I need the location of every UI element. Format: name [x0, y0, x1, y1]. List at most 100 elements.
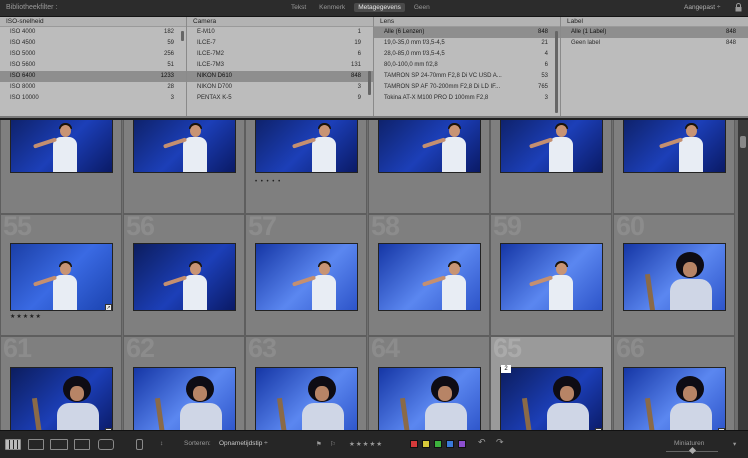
iso-filter-row[interactable]: ISO 4000 182	[0, 27, 186, 38]
lens-filter-row[interactable]: 28,0-85,0 mm f/3,5-4,5 4	[374, 49, 560, 60]
rating-dots[interactable]: • • • • •	[255, 179, 281, 185]
camera-filter-row[interactable]: ILCE-7 19	[187, 38, 373, 49]
iso-filter-row[interactable]: ISO 10000 3	[0, 93, 186, 104]
photo-thumbnail[interactable]	[133, 243, 236, 311]
photo-thumbnail[interactable]	[10, 120, 113, 173]
thumbnail-cell[interactable]: 62	[123, 336, 245, 430]
camera-filter-row[interactable]: PENTAX K-5 9	[187, 93, 373, 104]
thumbnail-cell[interactable]	[0, 120, 122, 214]
lens-filter-row[interactable]: TAMRON SP AF 70-200mm F2,8 Di LD IF... 76…	[374, 82, 560, 93]
photo-thumbnail[interactable]	[623, 367, 726, 430]
rotate-right-icon[interactable]: ↷	[496, 437, 504, 448]
thumbnail-cell[interactable]	[123, 120, 245, 214]
stack-count-badge[interactable]: 2	[501, 365, 511, 373]
thumbnail-cell[interactable]: 66↗	[613, 336, 735, 430]
thumbnail-cell[interactable]: 56	[123, 214, 245, 336]
thumbnail-cell[interactable]: 61↗	[0, 336, 122, 430]
rating-stars[interactable]: ★★★★★	[10, 313, 42, 320]
people-view-icon[interactable]	[98, 439, 114, 450]
photo-thumbnail[interactable]	[10, 367, 113, 430]
photo-thumbnail[interactable]	[133, 120, 236, 173]
grid-scrollbar[interactable]	[738, 120, 748, 430]
thumbnail-cell[interactable]: 63	[245, 336, 367, 430]
lock-icon[interactable]	[735, 3, 742, 12]
iso-filter-count: 256	[163, 51, 174, 57]
thumbnail-cell[interactable]: 59	[490, 214, 612, 336]
iso-filter-row[interactable]: ISO 8000 28	[0, 82, 186, 93]
photo-thumbnail[interactable]	[378, 243, 481, 311]
photo-thumbnail[interactable]	[255, 120, 358, 173]
color-label-purple[interactable]	[458, 440, 466, 448]
iso-scrollbar[interactable]	[181, 31, 184, 41]
color-label-green[interactable]	[434, 440, 442, 448]
photo-thumbnail[interactable]	[255, 367, 358, 430]
photo-thumbnail[interactable]	[500, 243, 603, 311]
compare-view-icon[interactable]	[50, 439, 68, 450]
photo-thumbnail[interactable]	[623, 243, 726, 311]
iso-filter-row[interactable]: ISO 6400 1233	[0, 71, 186, 82]
rotate-left-icon[interactable]: ↶	[478, 437, 486, 448]
thumbnail-cell[interactable]: 60	[613, 214, 735, 336]
rating-stars[interactable]: ★★★★★	[349, 440, 383, 448]
spray-can-icon[interactable]	[136, 439, 143, 450]
photo-thumbnail[interactable]	[623, 120, 726, 173]
column-header-camera[interactable]: Camera	[187, 17, 373, 27]
thumbnail-cell[interactable]	[490, 120, 612, 214]
label-filter-row[interactable]: Alle (1 Label) 848	[561, 27, 748, 38]
thumbnail-cell[interactable]	[613, 120, 735, 214]
photo-thumbnail[interactable]	[500, 367, 603, 430]
color-label-red[interactable]	[410, 440, 418, 448]
camera-filter-label: ILCE-7M3	[197, 62, 225, 68]
loupe-view-icon[interactable]	[28, 439, 44, 450]
flag-pick-icon[interactable]: ⚑	[316, 440, 322, 448]
camera-filter-row[interactable]: NIKON D700 3	[187, 82, 373, 93]
thumbnail-cell[interactable]: 57	[245, 214, 367, 336]
camera-filter-row[interactable]: ILCE-7M3 131	[187, 60, 373, 71]
lens-filter-row[interactable]: Alle (6 Lenzen) 848	[374, 27, 560, 38]
photo-thumbnail[interactable]	[255, 243, 358, 311]
thumbnail-cell[interactable]: • • • • •	[245, 120, 367, 214]
iso-filter-row[interactable]: ISO 5000 256	[0, 49, 186, 60]
column-header-iso[interactable]: ISO-snelheid	[0, 17, 186, 27]
preset-dropdown[interactable]: Aangepast ÷	[684, 4, 720, 11]
edited-badge-icon[interactable]: ↗	[105, 304, 112, 311]
camera-filter-row[interactable]: E-M10 1	[187, 27, 373, 38]
photo-thumbnail[interactable]	[378, 120, 481, 173]
flag-reject-icon[interactable]: ⚐	[330, 440, 336, 448]
iso-filter-row[interactable]: ISO 4500 59	[0, 38, 186, 49]
photo-thumbnail[interactable]	[133, 367, 236, 430]
tab-geen[interactable]: Geen	[410, 3, 434, 12]
lens-filter-row[interactable]: 80,0-100,0 mm f/2,8 6	[374, 60, 560, 71]
iso-filter-row[interactable]: ISO 5600 51	[0, 60, 186, 71]
sort-icon[interactable]: ↕	[160, 440, 163, 447]
toolbar-menu-chevron-icon[interactable]: ▾	[733, 440, 736, 448]
column-header-lens[interactable]: Lens	[374, 17, 560, 27]
thumbnail-cell[interactable]	[368, 120, 490, 214]
color-label-yellow[interactable]	[422, 440, 430, 448]
camera-filter-row[interactable]: NIKON D610 848	[187, 71, 373, 82]
lens-filter-row[interactable]: Tokina AT-X M100 PRO D 100mm F2,8 3	[374, 93, 560, 104]
column-header-label[interactable]: Label	[561, 17, 748, 27]
camera-filter-row[interactable]: ILCE-7M2 6	[187, 49, 373, 60]
tab-metagegevens[interactable]: Metagegevens	[354, 3, 405, 12]
photo-thumbnail[interactable]	[378, 367, 481, 430]
lens-filter-row[interactable]: 19,0-35,0 mm f/3,5-4,5 21	[374, 38, 560, 49]
thumbnail-cell[interactable]: 65↗2	[490, 336, 612, 430]
thumbnails-slider-handle[interactable]	[688, 446, 697, 455]
camera-scrollbar[interactable]	[368, 71, 371, 95]
thumbnail-cell[interactable]: 55 ★★★★★ ↗	[0, 214, 122, 336]
lens-filter-row[interactable]: TAMRON SP 24-70mm F2,8 Di VC USD A... 53	[374, 71, 560, 82]
grid-view-icon[interactable]	[5, 439, 21, 450]
sort-dropdown[interactable]: Opnametijdstip ÷	[219, 440, 268, 447]
color-label-blue[interactable]	[446, 440, 454, 448]
label-filter-row[interactable]: Geen label 848	[561, 38, 748, 49]
lens-scrollbar[interactable]	[555, 31, 558, 113]
thumbnail-cell[interactable]: 64	[368, 336, 490, 430]
thumbnail-cell[interactable]: 58	[368, 214, 490, 336]
survey-view-icon[interactable]	[74, 439, 90, 450]
photo-thumbnail[interactable]	[10, 243, 113, 311]
photo-thumbnail[interactable]	[500, 120, 603, 173]
tab-kenmerk[interactable]: Kenmerk	[315, 3, 349, 12]
tab-tekst[interactable]: Tekst	[287, 3, 310, 12]
grid-scrollbar-thumb[interactable]	[740, 136, 746, 148]
